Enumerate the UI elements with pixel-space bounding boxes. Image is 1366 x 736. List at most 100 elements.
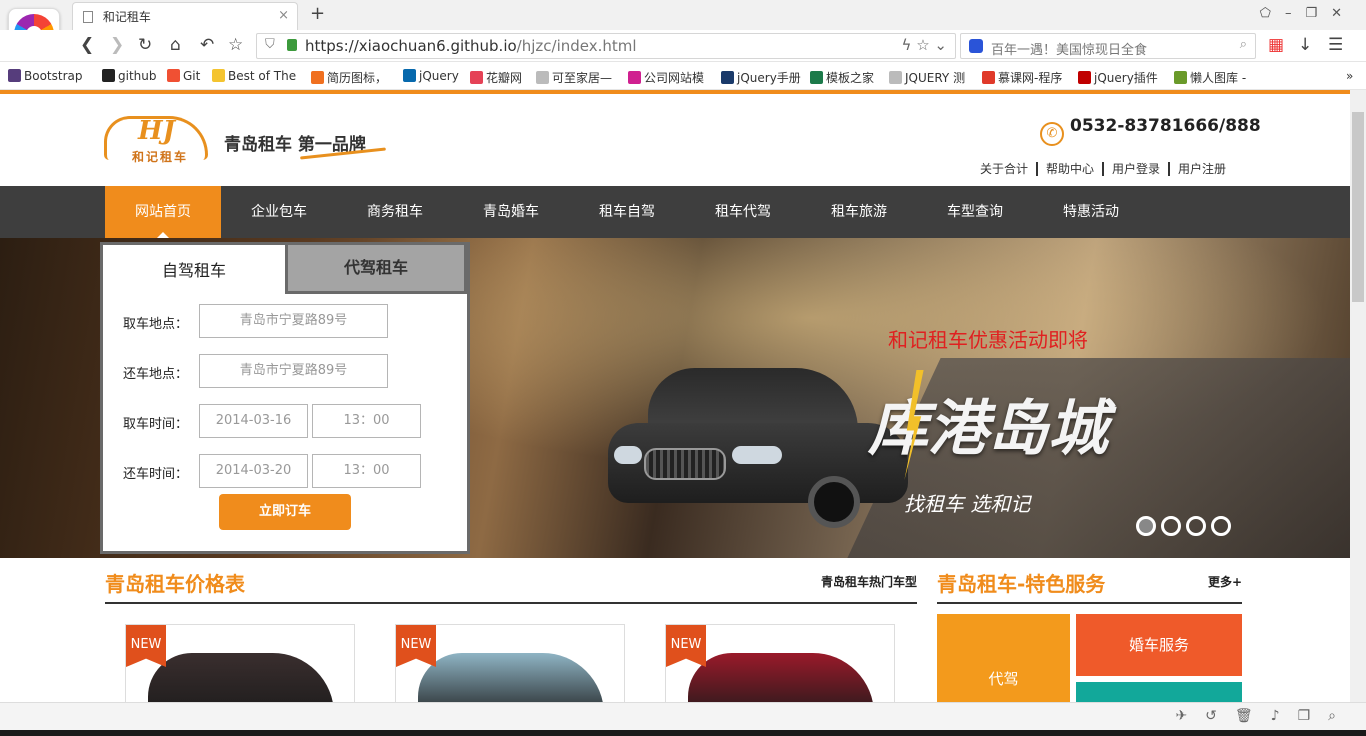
slide-dot-3[interactable] (1186, 516, 1206, 536)
slide-dot-1[interactable] (1136, 516, 1156, 536)
site-logo[interactable]: HJ 和记租车 (104, 112, 214, 166)
nav-item-self-drive[interactable]: 租车自驾 (569, 186, 685, 238)
car-image (418, 653, 604, 702)
bookmark-item[interactable]: 懒人图库 - (1174, 69, 1246, 86)
order-now-button[interactable]: 立即订车 (219, 494, 351, 530)
bookmark-item[interactable]: 可至家居— (536, 69, 612, 86)
new-badge: NEW (126, 625, 166, 667)
search-input[interactable]: 百年一遇！美国惊现日全食 ⌕ (960, 33, 1256, 59)
new-tab-button[interactable]: + (310, 3, 325, 24)
bookmark-item[interactable]: jQuery手册 (721, 69, 801, 86)
bookmark-item[interactable]: 简历图标， (311, 69, 387, 86)
undo-icon[interactable]: ↶ (200, 35, 214, 55)
nav-item-deals[interactable]: 特惠活动 (1033, 186, 1149, 238)
page-scrollbar[interactable] (1350, 90, 1366, 702)
bookmark-item[interactable]: 慕课网-程序 (982, 69, 1062, 86)
nav-item-wedding[interactable]: 青岛婚车 (453, 186, 569, 238)
car-card-3[interactable]: NEW (665, 624, 895, 702)
service-tile-chauffeur[interactable]: 代驾 (937, 614, 1070, 702)
back-icon[interactable]: ❮ (80, 35, 94, 55)
nav-item-travel[interactable]: 租车旅游 (801, 186, 917, 238)
tab-self-drive[interactable]: 自驾租车 (103, 242, 285, 294)
bookmark-item[interactable]: 模板之家 (810, 69, 874, 86)
nav-item-models[interactable]: 车型查询 (917, 186, 1033, 238)
pickup-hour-input[interactable]: 13：00 (312, 404, 421, 438)
bookmarks-overflow-icon[interactable]: » (1346, 69, 1353, 83)
bookmark-item[interactable]: jQuery (403, 69, 459, 83)
forward-icon[interactable]: ❯ (110, 35, 124, 55)
browser-tab[interactable]: 和记租车 × (72, 2, 298, 30)
reload-icon[interactable]: ↻ (138, 35, 152, 55)
link-help[interactable]: 帮助中心 (1036, 162, 1103, 176)
apps-icon[interactable]: ▦ (1268, 35, 1284, 55)
hot-models-link[interactable]: 青岛租车热门车型 (821, 573, 917, 590)
bookmark-label: Bootstrap (24, 69, 83, 83)
bookmarks-bar: Bootstrap github Git Best of The 简历图标， jQuery… (0, 62, 1366, 90)
service-tile-3[interactable] (1076, 682, 1242, 702)
car-image (148, 653, 334, 702)
close-tab-icon[interactable]: × (278, 8, 289, 23)
bookmark-item[interactable]: github (102, 69, 156, 83)
service-section-rule (937, 602, 1242, 604)
bookmark-star-icon[interactable]: ☆ (228, 35, 243, 55)
bootstrap-icon (8, 69, 21, 82)
bookmark-item[interactable]: JQUERY 测 (889, 69, 965, 86)
car-card-1[interactable]: NEW (125, 624, 355, 702)
huaban-icon (470, 71, 483, 84)
banner-title: 库港岛城 (868, 394, 1108, 464)
ku-icon (628, 71, 641, 84)
window-controls[interactable]: ⬠–❐✕ (1260, 6, 1356, 21)
moban-icon (810, 71, 823, 84)
status-icons[interactable]: ✈↺🗑♪❐⌕ (1175, 708, 1354, 724)
nav-item-home[interactable]: 网站首页 (105, 186, 221, 238)
nav-item-chauffeur[interactable]: 租车代驾 (685, 186, 801, 238)
slide-dot-4[interactable] (1211, 516, 1231, 536)
menu-icon[interactable]: ☰ (1328, 35, 1343, 55)
browser-tab-bar: 和记租车 × + ⬠–❐✕ (0, 0, 1366, 30)
pickup-location-input[interactable]: 青岛市宁夏路89号 (199, 304, 388, 338)
car-image (688, 653, 874, 702)
bookmark-label: jQuery手册 (737, 71, 801, 85)
link-login[interactable]: 用户登录 (1102, 162, 1169, 176)
url-path: /hjzc/index.html (516, 37, 637, 55)
return-date-input[interactable]: 2014-03-20 (199, 454, 308, 488)
link-about[interactable]: 关于合计 (980, 162, 1036, 176)
url-actions-icon[interactable]: ϟ ☆ ⌄ (902, 36, 947, 54)
search-icon[interactable]: ⌕ (1240, 37, 1247, 52)
baidu-icon (969, 39, 983, 53)
return-hour-input[interactable]: 13：00 (312, 454, 421, 488)
bookmark-item[interactable]: Bootstrap (8, 69, 82, 83)
bookmark-label: 花瓣网 (486, 71, 523, 85)
bookmark-item[interactable]: 花瓣网 (470, 69, 522, 86)
bookmark-label: Git (183, 69, 201, 83)
download-icon[interactable]: ↓ (1298, 35, 1312, 55)
nav-item-corporate[interactable]: 企业包车 (221, 186, 337, 238)
bookmark-item[interactable]: Best of The (212, 69, 296, 83)
home-icon[interactable]: ⌂ (170, 35, 181, 55)
return-location-input[interactable]: 青岛市宁夏路89号 (199, 354, 388, 388)
lanren-icon (1174, 71, 1187, 84)
pickup-date-input[interactable]: 2014-03-16 (199, 404, 308, 438)
address-bar[interactable]: ⛉ https://xiaochuan6.github.io/hjzc/inde… (256, 33, 956, 59)
lock-icon (287, 39, 297, 51)
car-card-2[interactable]: NEW (395, 624, 625, 702)
resume-icon (311, 71, 324, 84)
bookmark-label: 懒人图库 - (1190, 71, 1247, 85)
service-tile-wedding[interactable]: 婚车服务 (1076, 614, 1242, 676)
jquery-icon (403, 69, 416, 82)
banner-promo-text: 和记租车优惠活动即将 (888, 328, 1088, 352)
link-register[interactable]: 用户注册 (1168, 162, 1235, 176)
bookmark-item[interactable]: Git (167, 69, 200, 83)
top-links: 关于合计 帮助中心 用户登录 用户注册 (980, 160, 1235, 177)
bookmark-label: github (118, 69, 157, 83)
more-services-link[interactable]: 更多+ (1208, 573, 1242, 590)
bookmark-item[interactable]: jQuery插件 (1078, 69, 1158, 86)
slide-dot-2[interactable] (1161, 516, 1181, 536)
nav-item-business[interactable]: 商务租车 (337, 186, 453, 238)
scrollbar-thumb[interactable] (1352, 112, 1364, 302)
bookmark-label: jQuery (419, 69, 459, 83)
tab-chauffeur[interactable]: 代驾租车 (285, 242, 467, 294)
return-location-label: 还车地点： (123, 367, 189, 382)
bookmark-item[interactable]: 公司网站模 (628, 69, 704, 86)
shield-icon: ⛉ (265, 37, 275, 52)
